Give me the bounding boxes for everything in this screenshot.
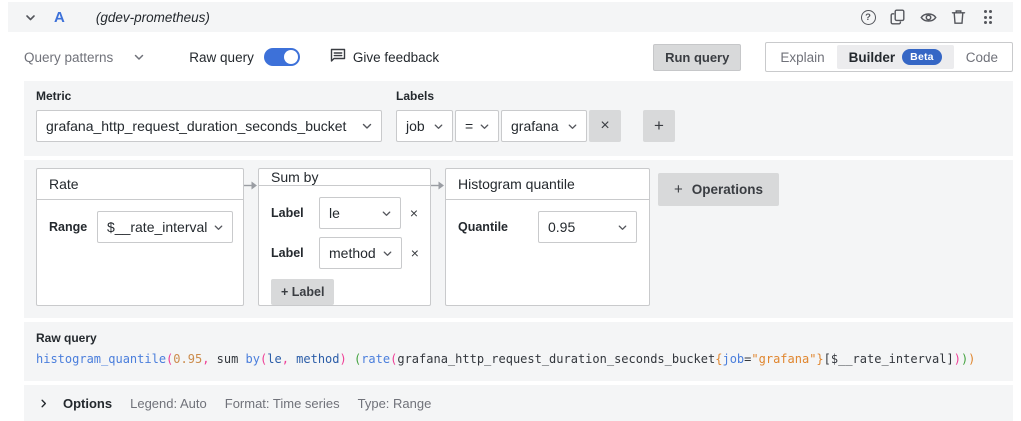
header-actions: ? — [857, 6, 999, 28]
query-toolbar: Query patterns Raw query Give feedback R… — [24, 43, 1013, 71]
beta-badge: Beta — [902, 49, 942, 65]
param-name: Label — [271, 246, 309, 260]
options-label: Options — [63, 396, 112, 411]
labels-section-label: Labels — [396, 89, 675, 103]
chevron-down-icon — [567, 121, 578, 132]
raw-query-label: Raw query — [189, 50, 254, 65]
remove-sum-by-label-2-button[interactable]: × — [411, 246, 419, 260]
sum-by-label-select-2[interactable]: method — [319, 237, 402, 269]
query-row-header[interactable]: A (gdev-prometheus) ? — [8, 2, 1013, 32]
options-format: Format: Time series — [225, 396, 340, 411]
remove-query-trash-icon[interactable] — [947, 6, 969, 28]
options-legend: Legend: Auto — [130, 396, 207, 411]
param-name: Quantile — [458, 220, 510, 234]
chevron-down-icon — [381, 208, 392, 219]
raw-query-switch-group: Raw query — [189, 48, 300, 66]
metric-group: Metric grafana_http_request_duration_sec… — [36, 89, 382, 142]
metric-select[interactable]: grafana_http_request_duration_seconds_bu… — [36, 110, 382, 142]
sum-by-label-select-1[interactable]: le — [319, 197, 401, 229]
param-name: Label — [271, 206, 309, 220]
operation-rate: Rate Range $__rate_interval — [36, 168, 244, 306]
tab-code[interactable]: Code — [954, 46, 1010, 69]
operation-arrow-icon — [431, 179, 445, 194]
options-section: Options Legend: Auto Format: Time series… — [24, 385, 1013, 421]
operation-rate-header[interactable]: Rate — [37, 169, 243, 200]
operation-sum-by: Sum by Label le × Label method — [258, 168, 431, 306]
chevron-down-icon — [382, 248, 393, 259]
operation-histogram-quantile-header[interactable]: Histogram quantile — [446, 169, 649, 200]
drag-handle-icon[interactable] — [977, 6, 999, 28]
hide-response-eye-icon[interactable] — [917, 6, 939, 28]
chevron-down-icon — [617, 222, 628, 233]
collapse-chevron-icon[interactable] — [24, 11, 37, 24]
raw-query-section: Raw query histogram_quantile(0.95, sum b… — [24, 322, 1013, 381]
label-value-select[interactable]: grafana — [501, 110, 587, 142]
operations-section: Rate Range $__rate_interval Sum by Label… — [24, 160, 1013, 318]
add-operations-button[interactable]: + Operations — [658, 173, 779, 206]
add-sum-by-label-button[interactable]: + Label — [271, 279, 334, 305]
query-patterns-label: Query patterns — [24, 50, 113, 65]
editor-mode-switcher: Explain Builder Beta Code — [765, 42, 1013, 72]
query-ref-id[interactable]: A — [54, 9, 65, 26]
add-label-filter-button[interactable]: + — [643, 110, 675, 142]
labels-group: Labels job = grafana × + — [396, 89, 675, 142]
datasource-name: (gdev-prometheus) — [96, 10, 210, 25]
chevron-down-icon — [133, 51, 145, 63]
operation-histogram-quantile: Histogram quantile Quantile 0.95 — [445, 168, 650, 306]
metric-section-label: Metric — [36, 89, 382, 103]
raw-query-toggle[interactable] — [264, 48, 300, 66]
operation-sum-by-header[interactable]: Sum by — [259, 169, 430, 186]
options-collapse-toggle[interactable]: Options — [38, 396, 112, 411]
tab-builder[interactable]: Builder Beta — [837, 45, 954, 69]
raw-query-section-label: Raw query — [36, 331, 1001, 345]
rate-range-select[interactable]: $__rate_interval — [97, 211, 233, 243]
chevron-down-icon — [433, 121, 444, 132]
tab-explain[interactable]: Explain — [768, 46, 836, 69]
chevron-down-icon — [479, 121, 490, 132]
give-feedback-label: Give feedback — [353, 50, 439, 65]
help-icon[interactable]: ? — [857, 6, 879, 28]
remove-sum-by-label-1-button[interactable]: × — [410, 206, 418, 220]
label-operator-select[interactable]: = — [455, 110, 499, 142]
run-query-button[interactable]: Run query — [653, 44, 741, 71]
metric-labels-section: Metric grafana_http_request_duration_sec… — [24, 81, 1013, 156]
quantile-select[interactable]: 0.95 — [538, 211, 637, 243]
remove-label-filter-button[interactable]: × — [589, 110, 621, 142]
chevron-down-icon — [213, 222, 224, 233]
chevron-right-icon — [38, 398, 49, 409]
options-type: Type: Range — [358, 396, 432, 411]
duplicate-icon[interactable] — [887, 6, 909, 28]
param-name: Range — [49, 220, 87, 234]
label-filter-row: job = grafana × + — [396, 110, 675, 142]
give-feedback-link[interactable]: Give feedback — [330, 48, 439, 66]
chevron-down-icon — [361, 120, 373, 132]
comment-icon — [330, 48, 346, 66]
raw-query-code: histogram_quantile(0.95, sum by(le, meth… — [36, 352, 1001, 366]
operation-arrow-icon — [244, 179, 258, 194]
label-name-select[interactable]: job — [396, 110, 453, 142]
query-patterns-dropdown[interactable]: Query patterns — [24, 50, 145, 65]
